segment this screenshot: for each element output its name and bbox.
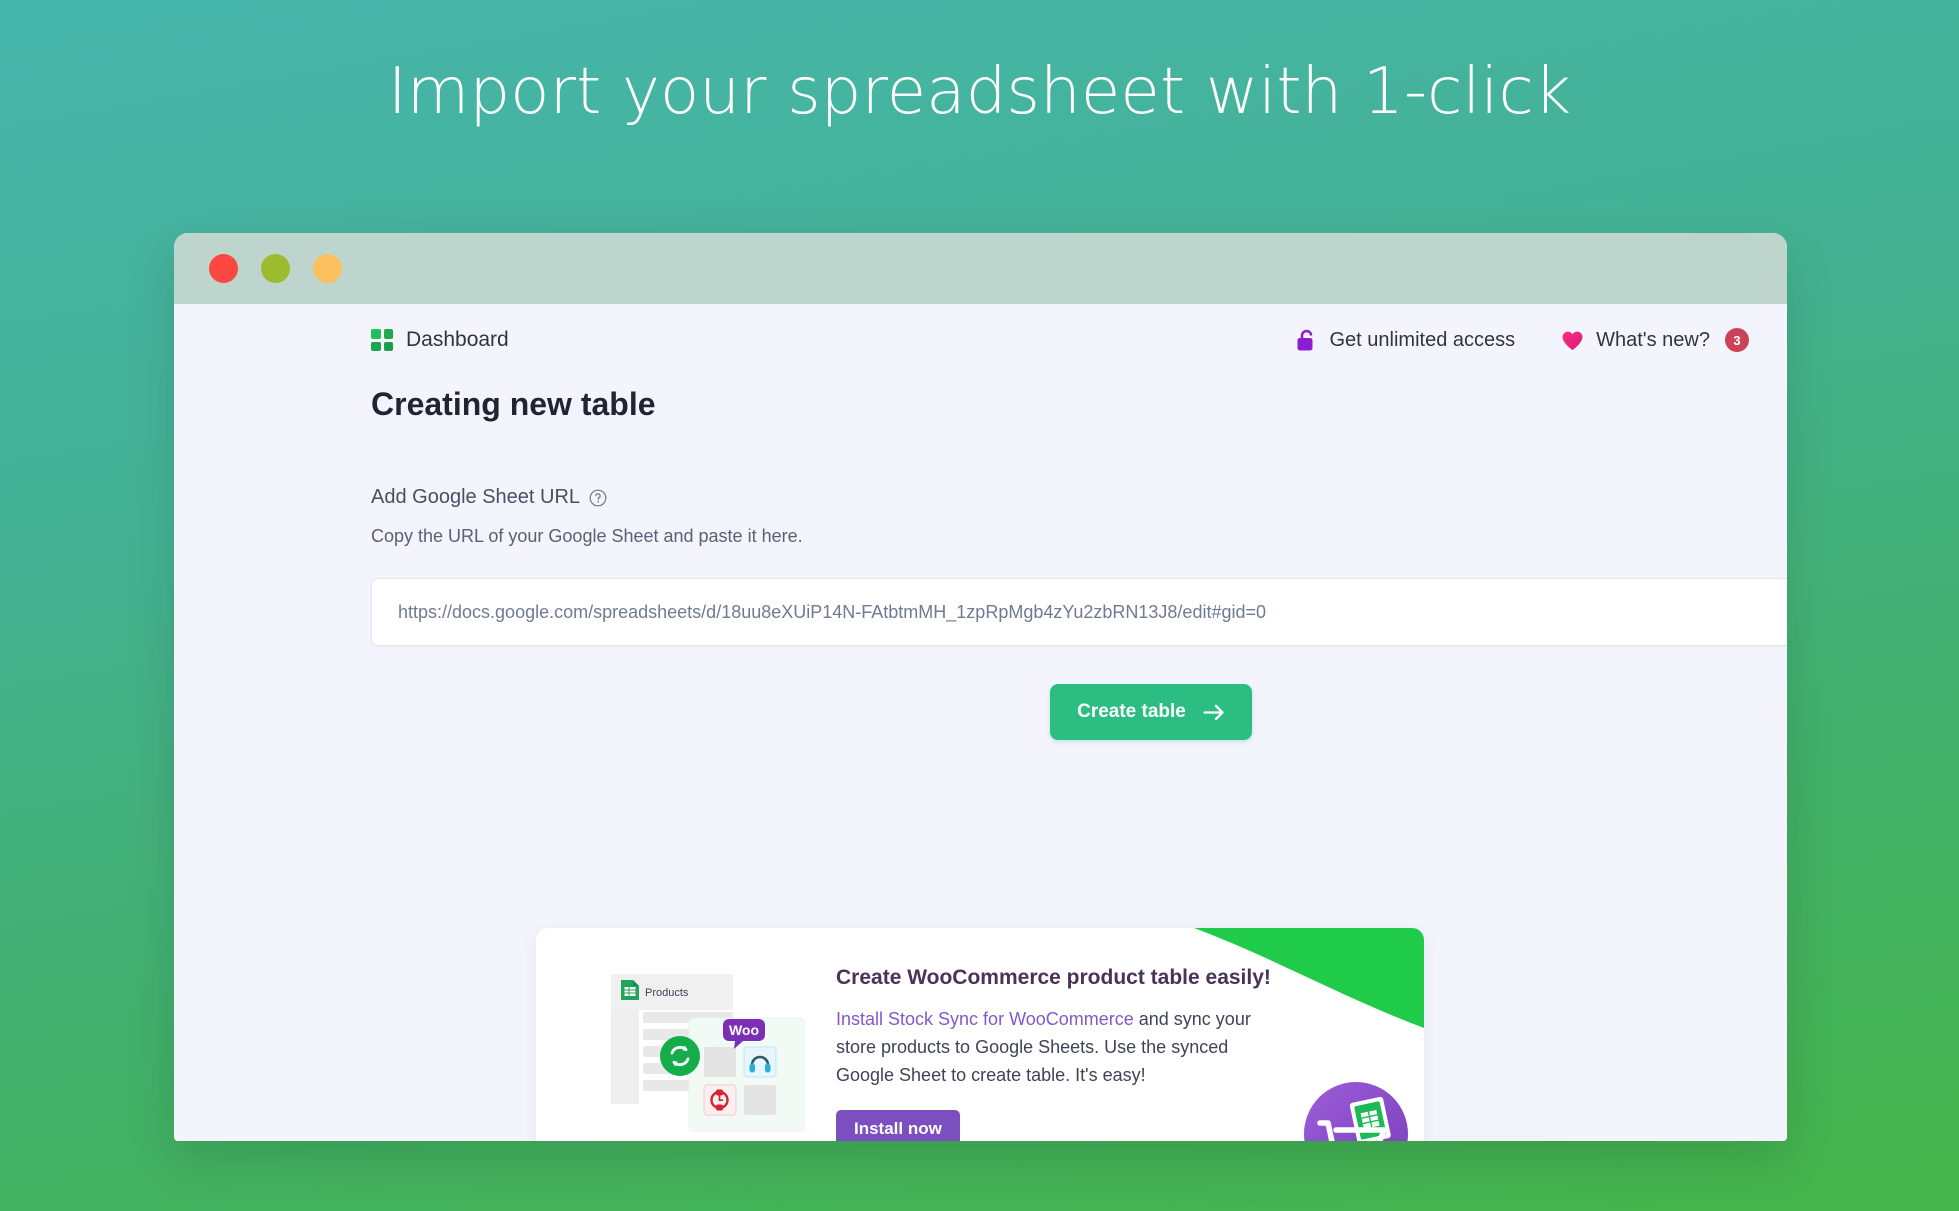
brand-name: Dashboard [406,328,509,351]
unlock-icon [1297,329,1313,351]
promo-card: Products Woo Create WooCommerce product … [536,928,1424,1141]
get-unlimited-access-label: Get unlimited access [1329,328,1516,351]
sheets-woo-sync-illustration: Products Woo [610,974,804,1132]
maximize-window-dot[interactable] [313,254,342,283]
promo-body: Install Stock Sync for WooCommerce and s… [836,1006,1266,1090]
grid-logo-icon [371,329,393,351]
browser-window-mockup: Dashboard Get unlimited access What's ne… [174,233,1787,1141]
sheet-url-input[interactable]: https://docs.google.com/spreadsheets/d/1… [371,578,1787,646]
heart-icon [1562,331,1583,350]
whats-new-badge: 3 [1725,328,1749,352]
woo-label-text: Woo [728,1022,758,1038]
question-circle-icon[interactable] [589,489,607,507]
sheet-url-description: Copy the URL of your Google Sheet and pa… [371,526,803,546]
sheet-label-text: Products [645,987,689,999]
header-actions: Get unlimited access What's new? 3 [1296,328,1749,352]
create-table-button[interactable]: Create table [1050,684,1252,740]
whats-new-label: What's new? [1596,328,1710,351]
brand[interactable]: Dashboard [198,328,509,352]
install-now-button[interactable]: Install now [836,1109,960,1141]
minimize-window-dot[interactable] [261,254,290,283]
close-window-dot[interactable] [209,254,238,283]
page-title: Import your spreadsheet with 1-click [387,55,1572,129]
window-titlebar [174,233,1787,304]
promo-illustration: Products Woo [536,968,836,1141]
app-header: Dashboard Get unlimited access What's ne… [174,304,1787,376]
window-content: Dashboard Get unlimited access What's ne… [174,304,1787,1141]
sheet-url-label: Add Google Sheet URL [371,486,581,508]
whats-new-link[interactable]: What's new? 3 [1561,328,1749,352]
promo-heading: Create WooCommerce product table easily! [836,966,1271,990]
create-table-button-wrap: Create table [371,684,1787,740]
field-label-row: Add Google Sheet URL [371,486,1763,509]
shopping-cart-sheets-icon [1304,1082,1408,1141]
arrow-right-icon [1203,704,1224,720]
main-content: Creating new table Add Google Sheet URL … [174,386,1787,740]
get-unlimited-access-link[interactable]: Get unlimited access [1296,328,1515,352]
create-table-label: Create table [1077,701,1186,722]
install-stock-sync-link[interactable]: Install Stock Sync for WooCommerce [836,1009,1134,1029]
section-title: Creating new table [371,386,656,422]
